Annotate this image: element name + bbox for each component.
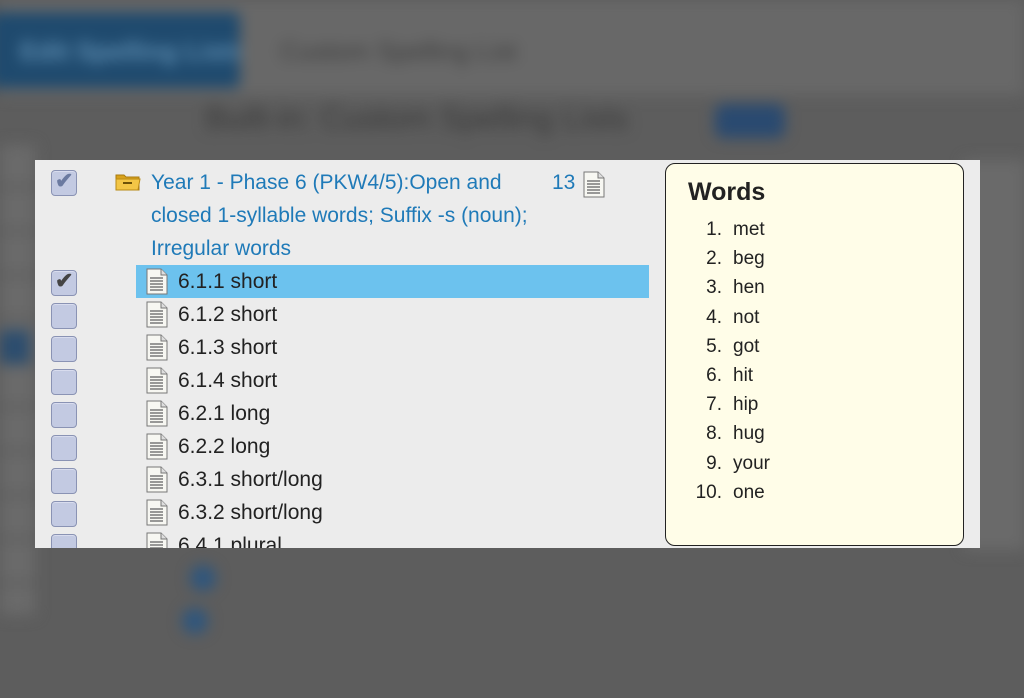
list-item-label: 6.3.2 short/long [178, 500, 323, 524]
word-count: 13 [552, 171, 576, 194]
list-item-label: 6.1.1 short [178, 269, 278, 293]
checkmark-icon: ✔ [55, 268, 74, 293]
word-item: 2. beg [688, 248, 963, 277]
word-text: hen [733, 277, 765, 299]
checkmark-icon: ✔ [55, 168, 74, 193]
background-tab: Custom Spelling List [280, 36, 517, 66]
word-item: 8. hug [688, 423, 963, 452]
list-item-label: 6.3.1 short/long [178, 467, 323, 491]
list-item-selected[interactable]: 6.1.1 short [136, 265, 649, 298]
item-checkbox[interactable] [51, 534, 77, 548]
document-icon [146, 532, 168, 548]
word-item: 1. met [688, 219, 963, 248]
list-item[interactable]: 6.1.3 short [136, 331, 649, 364]
word-text: one [733, 481, 765, 503]
background-left-rows [0, 145, 35, 615]
item-checkbox[interactable] [51, 303, 77, 329]
background-pill [715, 104, 785, 138]
word-text: hip [733, 394, 759, 416]
item-checkbox[interactable] [51, 501, 77, 527]
item-checkbox[interactable] [51, 402, 77, 428]
list-item[interactable]: 6.1.2 short [136, 298, 649, 331]
item-checkbox[interactable] [51, 468, 77, 494]
background-dot [182, 608, 208, 634]
word-item: 4. not [688, 307, 963, 336]
document-icon[interactable] [583, 171, 605, 198]
word-item: 3. hen [688, 277, 963, 306]
folder-checkbox[interactable]: ✔ [51, 168, 77, 196]
item-checkbox[interactable] [51, 435, 77, 461]
word-text: got [733, 335, 760, 357]
words-title: Words [688, 178, 766, 206]
background-heading: Built-in: Custom Spelling Lists [205, 100, 629, 136]
words-popover: Words 1. met 2. beg 3. hen 4. not 5. got 6. hi… [665, 163, 964, 546]
document-icon [146, 367, 168, 394]
list-item-label: 6.1.3 short [178, 335, 278, 359]
spelling-list-tree: ✔ Year 1 - Phase 6 (PKW4/5):Open and clo… [35, 160, 665, 548]
list-item[interactable]: 6.2.1 long [136, 397, 649, 430]
open-folder-icon[interactable] [115, 172, 141, 192]
document-icon [146, 301, 168, 328]
list-item-label: 6.1.2 short [178, 302, 278, 326]
word-text: not [733, 306, 760, 328]
item-checkbox[interactable] [51, 336, 77, 362]
word-item: 7. hip [688, 394, 963, 423]
item-checkbox[interactable] [51, 369, 77, 395]
word-item: 5. got [688, 336, 963, 365]
background-edit-button: Edit Spelling Lists [0, 12, 240, 88]
document-icon [146, 268, 168, 295]
list-item-label: 6.2.2 long [178, 434, 271, 458]
spelling-list-panel: ✔ Year 1 - Phase 6 (PKW4/5):Open and clo… [35, 160, 980, 548]
word-text: hug [733, 423, 765, 445]
list-item-label: 6.4.1 plural [178, 533, 282, 549]
document-icon [146, 466, 168, 493]
word-item: 9. your [688, 453, 963, 482]
word-text: hit [733, 364, 754, 386]
list-item[interactable]: 6.3.1 short/long [136, 463, 649, 496]
document-icon [146, 499, 168, 526]
background-dot [190, 565, 216, 591]
word-item: 10. one [688, 482, 963, 511]
list-item[interactable]: 6.3.2 short/long [136, 496, 649, 529]
document-icon [146, 400, 168, 427]
word-text: your [733, 452, 770, 474]
word-item: 6. hit [688, 365, 963, 394]
document-icon [146, 334, 168, 361]
background-left-highlight [0, 330, 30, 364]
words-list: 1. met 2. beg 3. hen 4. not 5. got 6. hit 7. hi… [688, 219, 963, 511]
list-item[interactable]: 6.1.4 short [136, 364, 649, 397]
item-checkbox[interactable]: ✔ [51, 268, 77, 296]
word-text: beg [733, 248, 765, 270]
word-text: met [733, 219, 765, 240]
document-icon [146, 433, 168, 460]
list-item[interactable]: 6.4.1 plural [136, 529, 649, 548]
list-item-label: 6.2.1 long [178, 401, 271, 425]
list-item[interactable]: 6.2.2 long [136, 430, 649, 463]
list-item-label: 6.1.4 short [178, 368, 278, 392]
folder-title-link[interactable]: Year 1 - Phase 6 (PKW4/5):Open and close… [151, 166, 541, 265]
